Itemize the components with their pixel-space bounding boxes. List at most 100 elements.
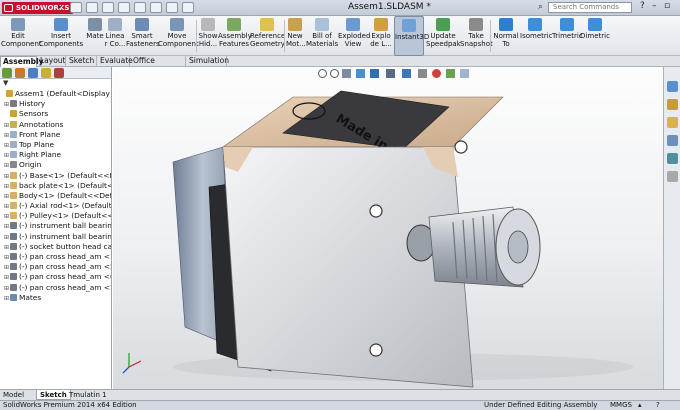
- command-label: Smart Fasteners: [126, 32, 160, 48]
- tree-filter[interactable]: ▼: [0, 79, 111, 89]
- instant3d-button[interactable]: Instant3D: [394, 16, 429, 56]
- explo-de-l-button[interactable]: Explo de L...: [370, 16, 392, 56]
- trimetric-button[interactable]: Trimetric: [552, 16, 583, 56]
- tab-layout[interactable]: Layout: [38, 56, 66, 67]
- exploded-view-button[interactable]: Exploded View: [338, 16, 371, 56]
- solidworks-resources-icon[interactable]: [667, 81, 678, 92]
- tree-item[interactable]: ⊞ (-) pan cross head_am <7>: [0, 283, 111, 293]
- defined-status: Under Defined: [484, 401, 535, 409]
- tree-item[interactable]: ⊞(-) instrument ball bearing<..: [0, 232, 111, 242]
- tree-item[interactable]: ⊞ (-) pan cross head_am <6>: [0, 272, 111, 282]
- help-icon[interactable]: ?: [640, 1, 645, 11]
- featuremanager-tab-icon[interactable]: [2, 68, 12, 78]
- tree-item[interactable]: ⊞back plate<1> (Default<<Default: [0, 181, 111, 191]
- dimxpert-tab-icon[interactable]: [41, 68, 51, 78]
- linea-r-co-button[interactable]: Linea r Co...: [104, 16, 126, 56]
- insert-components-button[interactable]: Insert Components: [38, 16, 84, 56]
- propertymanager-tab-icon[interactable]: [15, 68, 25, 78]
- display-manager-tab-icon[interactable]: [54, 68, 64, 78]
- assembly-features-button[interactable]: Assembly Features: [218, 16, 252, 56]
- tree-item[interactable]: ⊞ Top Plane: [0, 140, 111, 150]
- tab-sketch[interactable]: Sketch: [67, 56, 97, 67]
- options-icon[interactable]: [182, 2, 194, 13]
- tree-item[interactable]: ⊞ (-) pan cross head_am <5>: [0, 262, 111, 272]
- isometric-button[interactable]: Isometric: [520, 16, 553, 56]
- command-label: Insert Components: [38, 32, 84, 48]
- bottom-tab-tmulatin-1[interactable]: Tmulatin 1: [66, 390, 110, 400]
- update-speedpak-button[interactable]: Update Speedpak: [426, 16, 461, 56]
- task-pane: [663, 67, 680, 389]
- toolbox-part-icon: [10, 283, 17, 291]
- help-status-icon[interactable]: ?: [656, 401, 660, 410]
- save-icon[interactable]: [102, 2, 114, 13]
- select-icon[interactable]: [150, 2, 162, 13]
- tree-item[interactable]: ⊞ History: [0, 99, 111, 109]
- pulley-bore: [507, 230, 529, 264]
- rebuild-icon[interactable]: [166, 2, 178, 13]
- appearances-scenes-icon[interactable]: [667, 153, 678, 164]
- tree-item[interactable]: ⊞(-) socket button head cap (..: [0, 242, 111, 252]
- show-hid-button[interactable]: Show Hid...: [198, 16, 218, 56]
- tree-item-label: (-) instrument ball bearing<..: [19, 231, 112, 241]
- tree-item[interactable]: ⊞(-) Base<1> (Default<<Default: [0, 171, 111, 181]
- units-status[interactable]: MMGS: [610, 401, 632, 410]
- open-icon[interactable]: [86, 2, 98, 13]
- edit-component-button[interactable]: Edit Component: [1, 16, 42, 56]
- tree-item[interactable]: ⊞(-) Axial rod<1> (Default<<De: [0, 201, 111, 211]
- units-arrow-icon[interactable]: ▴: [638, 401, 642, 410]
- tab-assembly[interactable]: Assembly: [0, 56, 43, 67]
- print-icon[interactable]: [118, 2, 130, 13]
- tab-evaluate[interactable]: Evaluate: [98, 56, 133, 67]
- file-explorer-icon[interactable]: [667, 117, 678, 128]
- reference-geometry-button[interactable]: Reference Geometry: [250, 16, 285, 56]
- mate-button[interactable]: Mate: [86, 16, 104, 56]
- tab-simulation[interactable]: Simulation: [187, 56, 229, 67]
- tab-office-products[interactable]: Office Products: [131, 56, 186, 75]
- tree-item[interactable]: ⊞ Front Plane: [0, 130, 111, 140]
- feature-manager-tree: ▼ Assem1 (Default<Display State-⊞History…: [0, 67, 112, 389]
- tree-list: Assem1 (Default<Display State-⊞HistorySe…: [0, 89, 111, 303]
- smart-fasteners-button[interactable]: Smart Fasteners: [126, 16, 160, 56]
- solidworks-logo[interactable]: SOLIDWORKS: [2, 2, 74, 14]
- view-palette-icon[interactable]: [667, 135, 678, 146]
- tree-item[interactable]: ⊞Body<1> (Default<<Default>_: [0, 191, 111, 201]
- tree-item[interactable]: ⊞ Right Plane: [0, 150, 111, 160]
- tree-item[interactable]: ⊞ Mates: [0, 293, 111, 303]
- dimetric-button[interactable]: Dimetric: [580, 16, 610, 56]
- screw-hole-ml: [369, 204, 383, 218]
- new-document-icon[interactable]: [70, 2, 82, 13]
- minimize-icon[interactable]: –: [652, 1, 657, 11]
- command-label: Assembly Features: [218, 32, 252, 48]
- filter-icon: ▼: [3, 79, 9, 87]
- take-snapshot-button[interactable]: Take Snapshot: [460, 16, 493, 56]
- custom-properties-icon[interactable]: [667, 171, 678, 182]
- design-library-icon[interactable]: [667, 99, 678, 110]
- toolbox-part-icon: [10, 263, 17, 271]
- tree-item[interactable]: Assem1 (Default<Display State-: [0, 89, 111, 99]
- stepper-motor-model[interactable]: Made in Iran: [113, 67, 663, 389]
- configurationmanager-tab-icon[interactable]: [28, 68, 38, 78]
- command-manager: Edit Component Insert Components Mate Linea…: [0, 16, 680, 56]
- tree-item[interactable]: ⊞(-) Pulley<1> (Default<<Defau: [0, 211, 111, 221]
- tree-item[interactable]: Sensors: [0, 109, 111, 119]
- menu-arrow-icon[interactable]: ▸: [58, 2, 62, 11]
- command-label: Exploded View: [338, 32, 371, 48]
- screw-hole-tr: [454, 140, 468, 154]
- search-icon[interactable]: ⌕: [538, 2, 543, 12]
- tree-item[interactable]: ⊞ Origin: [0, 160, 111, 170]
- search-commands-input[interactable]: Search Commands: [548, 2, 632, 13]
- tree-item[interactable]: ⊞ (-) pan cross head_am <1>: [0, 252, 111, 262]
- smart-fasteners-icon: [135, 18, 149, 31]
- restore-icon[interactable]: ▫: [664, 1, 670, 11]
- bill-of-materials-button[interactable]: Bill of Materials: [306, 16, 338, 56]
- annotations-icon: [10, 120, 17, 128]
- new-mot-button[interactable]: New Mot...: [286, 16, 306, 56]
- undo-icon[interactable]: [134, 2, 146, 13]
- normal-to-button[interactable]: Normal To: [492, 16, 520, 56]
- tree-item[interactable]: ⊞(-) instrument ball bearing<..: [0, 221, 111, 231]
- move-component-button[interactable]: Move Component: [158, 16, 199, 56]
- tree-item[interactable]: ⊞ Annotations: [0, 120, 111, 130]
- graphics-area[interactable]: Made in Iran: [113, 67, 663, 389]
- command-label: Explo de L...: [370, 32, 392, 48]
- bottom-tab-model[interactable]: Model: [0, 390, 27, 400]
